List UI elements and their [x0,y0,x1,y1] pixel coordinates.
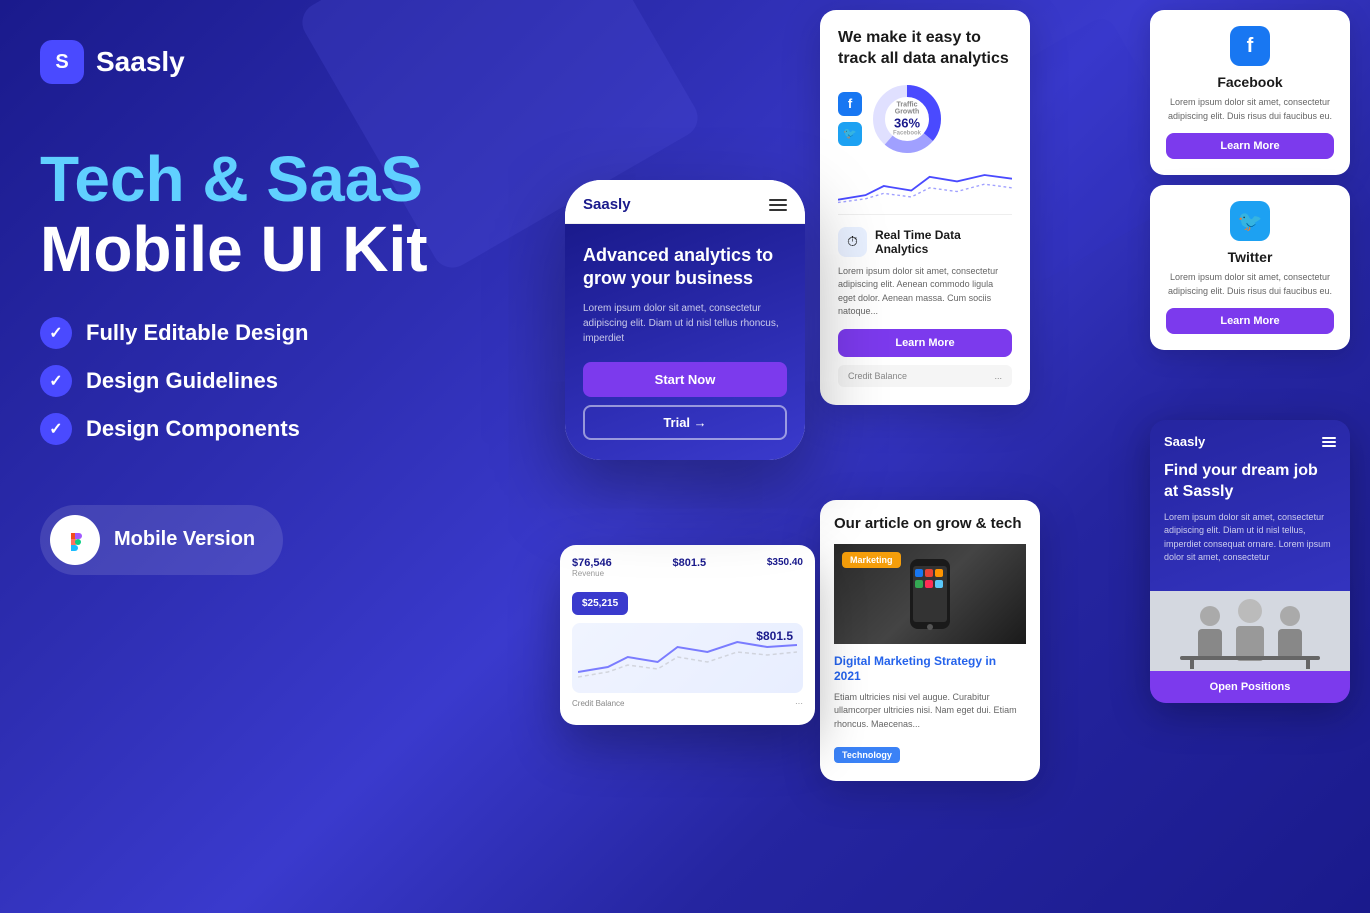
feature-item-3: Design Components [40,413,520,445]
tech-badge-row: Technology [820,745,1040,781]
realtime-icon: ⏱ [838,227,867,257]
realtime-desc: Lorem ipsum dolor sit amet, consectetur … [838,265,1012,319]
feature-label-3: Design Components [86,416,300,442]
trial-button[interactable]: Trial → [583,405,787,440]
job-card-image [1150,591,1350,671]
twitter-card: 🐦 Twitter Lorem ipsum dolor sit amet, co… [1150,185,1350,350]
logo-row: S Saasly [40,40,520,84]
hero-title-line2: Mobile UI Kit [40,214,520,284]
article-section-title: Our article on grow & tech [834,514,1026,534]
feature-item-1: Fully Editable Design [40,317,520,349]
facebook-learn-more-button[interactable]: Learn More [1166,133,1334,159]
check-icon-1 [40,317,72,349]
facebook-icon: f [838,92,862,116]
analytics-chart-area: f 🐦 Traffic Growth 36% Facebook [838,84,1012,154]
phone-header: Saasly [565,180,805,224]
check-icon-2 [40,365,72,397]
article-post-title: Digital Marketing Strategy in 2021 [834,654,1026,685]
analytics-card-title: We make it easy to track all data analyt… [838,28,1012,70]
phone-hero-desc: Lorem ipsum dolor sit amet, consectetur … [583,301,787,346]
logo-text: Saasly [96,46,185,78]
dashboard-chart: $801.5 [572,623,803,693]
analytics-card: We make it easy to track all data analyt… [820,10,1030,405]
phone-hero-title: Advanced analytics to grow your business [583,244,787,291]
left-panel: S Saasly Tech & SaaS Mobile UI Kit Fully… [40,40,520,575]
social-cards-column: f Facebook Lorem ipsum dolor sit amet, c… [1150,10,1350,350]
features-list: Fully Editable Design Design Guidelines … [40,317,520,445]
dashboard-card: $76,546 Revenue $801.5 $350.40 $25,215 $… [560,545,815,725]
real-time-section: ⏱ Real Time Data Analytics Lorem ipsum d… [838,214,1012,357]
article-post-desc: Etiam ultricies nisi vel augue. Curabitu… [834,691,1026,732]
job-card-logo: Saasly [1164,434,1205,449]
credit-label-bar: Credit Balance ··· [572,699,803,708]
twitter-card-desc: Lorem ipsum dolor sit amet, consectetur … [1166,271,1334,298]
tech-badge: Technology [834,747,900,763]
twitter-card-icon: 🐦 [1230,201,1270,241]
facebook-card-desc: Lorem ipsum dolor sit amet, consectetur … [1166,96,1334,123]
real-time-header: ⏱ Real Time Data Analytics [838,227,1012,257]
check-icon-3 [40,413,72,445]
realtime-title: Real Time Data Analytics [875,228,1012,256]
hero-title-line1: Tech & SaaS [40,144,520,214]
figma-badge: Mobile Version [40,505,283,575]
stat-2: $801.5 [672,557,706,578]
phone-mockup: Saasly Advanced analytics to grow your b… [565,180,805,460]
feature-item-2: Design Guidelines [40,365,520,397]
facebook-card-icon: f [1230,26,1270,66]
job-card-header: Saasly [1164,434,1336,449]
article-card: Our article on grow & tech Marketing [820,500,1040,781]
twitter-icon: 🐦 [838,122,862,146]
open-positions-button[interactable]: Open Positions [1150,671,1350,703]
donut-label: Traffic Growth 36% Facebook [890,101,925,136]
credit-balance-bar: Credit Balance ... [838,365,1012,387]
figma-badge-label: Mobile Version [114,528,255,551]
social-icons-col: f 🐦 [838,92,862,146]
hero-title: Tech & SaaS Mobile UI Kit [40,144,520,285]
facebook-card-name: Facebook [1166,74,1334,90]
phone-logo: Saasly [583,196,631,213]
article-badge: Marketing [842,552,901,568]
job-card-title: Find your dream job at Sassly [1164,461,1336,503]
feature-label-1: Fully Editable Design [86,320,308,346]
balance-card: $25,215 [572,592,628,615]
donut-chart: Traffic Growth 36% Facebook [872,84,942,154]
hamburger-menu[interactable] [769,199,787,211]
logo-icon: S [40,40,84,84]
job-card-desc: Lorem ipsum dolor sit amet, consectetur … [1164,511,1336,565]
job-card-menu-icon[interactable] [1322,437,1336,447]
twitter-card-name: Twitter [1166,249,1334,265]
dashboard-stats-row: $76,546 Revenue $801.5 $350.40 [572,557,803,578]
twitter-learn-more-button[interactable]: Learn More [1166,308,1334,334]
start-now-button[interactable]: Start Now [583,362,787,397]
job-card-top: Saasly Find your dream job at Sassly Lor… [1150,420,1350,591]
article-card-content: Our article on grow & tech Marketing [820,500,1040,745]
main-chart-value: $801.5 [756,629,793,643]
stat-3: $350.40 [767,557,803,578]
wave-chart [838,166,1012,206]
stat-1: $76,546 Revenue [572,557,612,578]
feature-label-2: Design Guidelines [86,368,278,394]
job-card: Saasly Find your dream job at Sassly Lor… [1150,420,1350,703]
phone-hero-section: Advanced analytics to grow your business… [565,224,805,460]
figma-icon [50,515,100,565]
facebook-card: f Facebook Lorem ipsum dolor sit amet, c… [1150,10,1350,175]
article-image: Marketing [834,544,1026,644]
learn-more-button[interactable]: Learn More [838,329,1012,357]
